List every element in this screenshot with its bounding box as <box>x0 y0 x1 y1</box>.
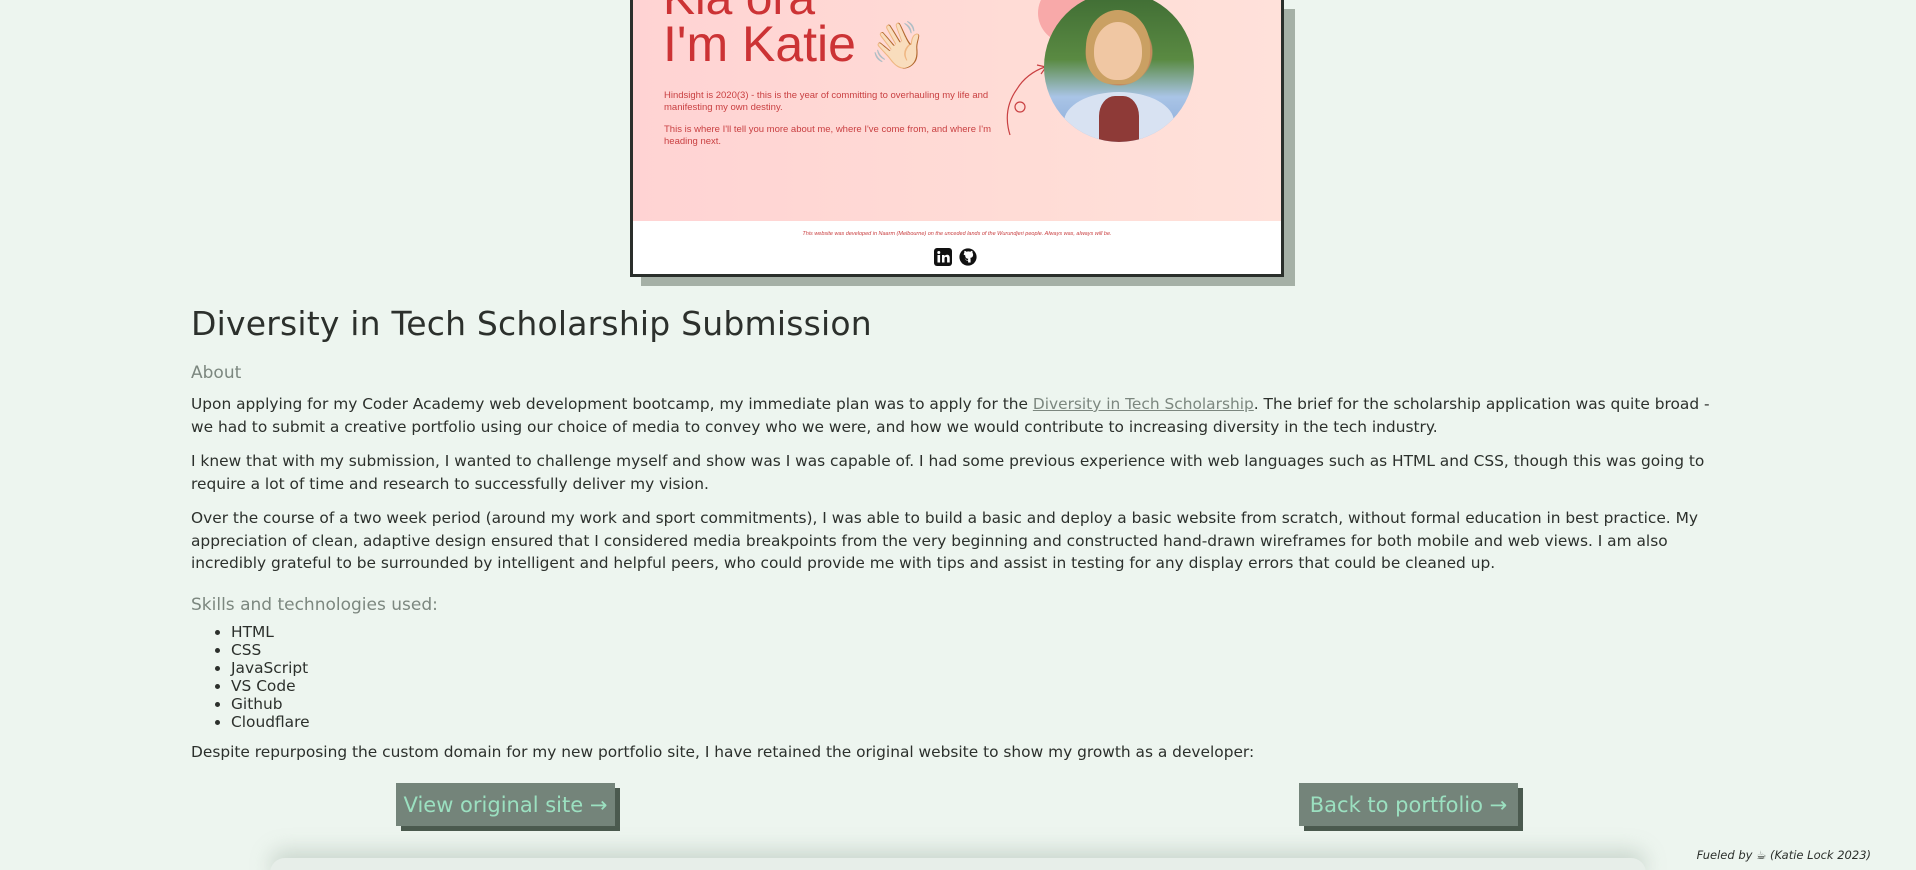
preview-footer: This website was developed in Naarm (Mel… <box>633 221 1281 274</box>
skill-item: VS Code <box>231 677 310 695</box>
about-heading: About <box>191 363 242 383</box>
fueled-by-footer: Fueled by ☕ (Katie Lock 2023) <box>1696 848 1871 862</box>
profile-photo <box>1044 0 1194 142</box>
preview-acknowledgement: This website was developed in Naarm (Mel… <box>802 231 1112 237</box>
page-title: Diversity in Tech Scholarship Submission <box>191 304 872 343</box>
about-paragraph-2: I knew that with my submission, I wanted… <box>191 452 1705 493</box>
skill-item: HTML <box>231 623 310 641</box>
back-to-portfolio-button[interactable]: Back to portfolio → <box>1299 783 1518 826</box>
skills-list: HTML CSS JavaScript VS Code Github Cloud… <box>231 623 310 731</box>
hero-name-text: I'm Katie <box>663 16 856 72</box>
preview-social-icons <box>934 248 977 266</box>
about-paragraph-3: Over the course of a two week period (ar… <box>191 509 1698 572</box>
hero-name: I'm Katie 👋🏻 <box>663 15 927 73</box>
scholarship-link[interactable]: Diversity in Tech Scholarship <box>1033 395 1254 413</box>
skill-item: Cloudflare <box>231 713 310 731</box>
about-paragraph-1: Upon applying for my Coder Academy web d… <box>191 395 1710 436</box>
wave-emoji-icon: 👋🏻 <box>869 19 928 71</box>
skills-heading: Skills and technologies used: <box>191 595 438 615</box>
closing-paragraph: Despite repurposing the custom domain fo… <box>191 743 1255 761</box>
original-site-preview: Kia ora I'm Katie 👋🏻 Hindsight is 2020(3… <box>630 0 1295 286</box>
bottom-panel-edge <box>270 858 1646 870</box>
skill-item: Github <box>231 695 310 713</box>
skill-item: CSS <box>231 641 310 659</box>
github-icon <box>959 248 977 266</box>
preview-hero: Kia ora I'm Katie 👋🏻 Hindsight is 2020(3… <box>633 0 1281 221</box>
view-original-site-button[interactable]: View original site → <box>396 783 615 826</box>
skill-item: JavaScript <box>231 659 310 677</box>
hero-paragraph-2: This is where I'll tell you more about m… <box>664 124 991 147</box>
hero-paragraph-1: Hindsight is 2020(3) - this is the year … <box>664 90 989 113</box>
preview-frame: Kia ora I'm Katie 👋🏻 Hindsight is 2020(3… <box>630 0 1284 277</box>
linkedin-icon <box>934 248 952 266</box>
